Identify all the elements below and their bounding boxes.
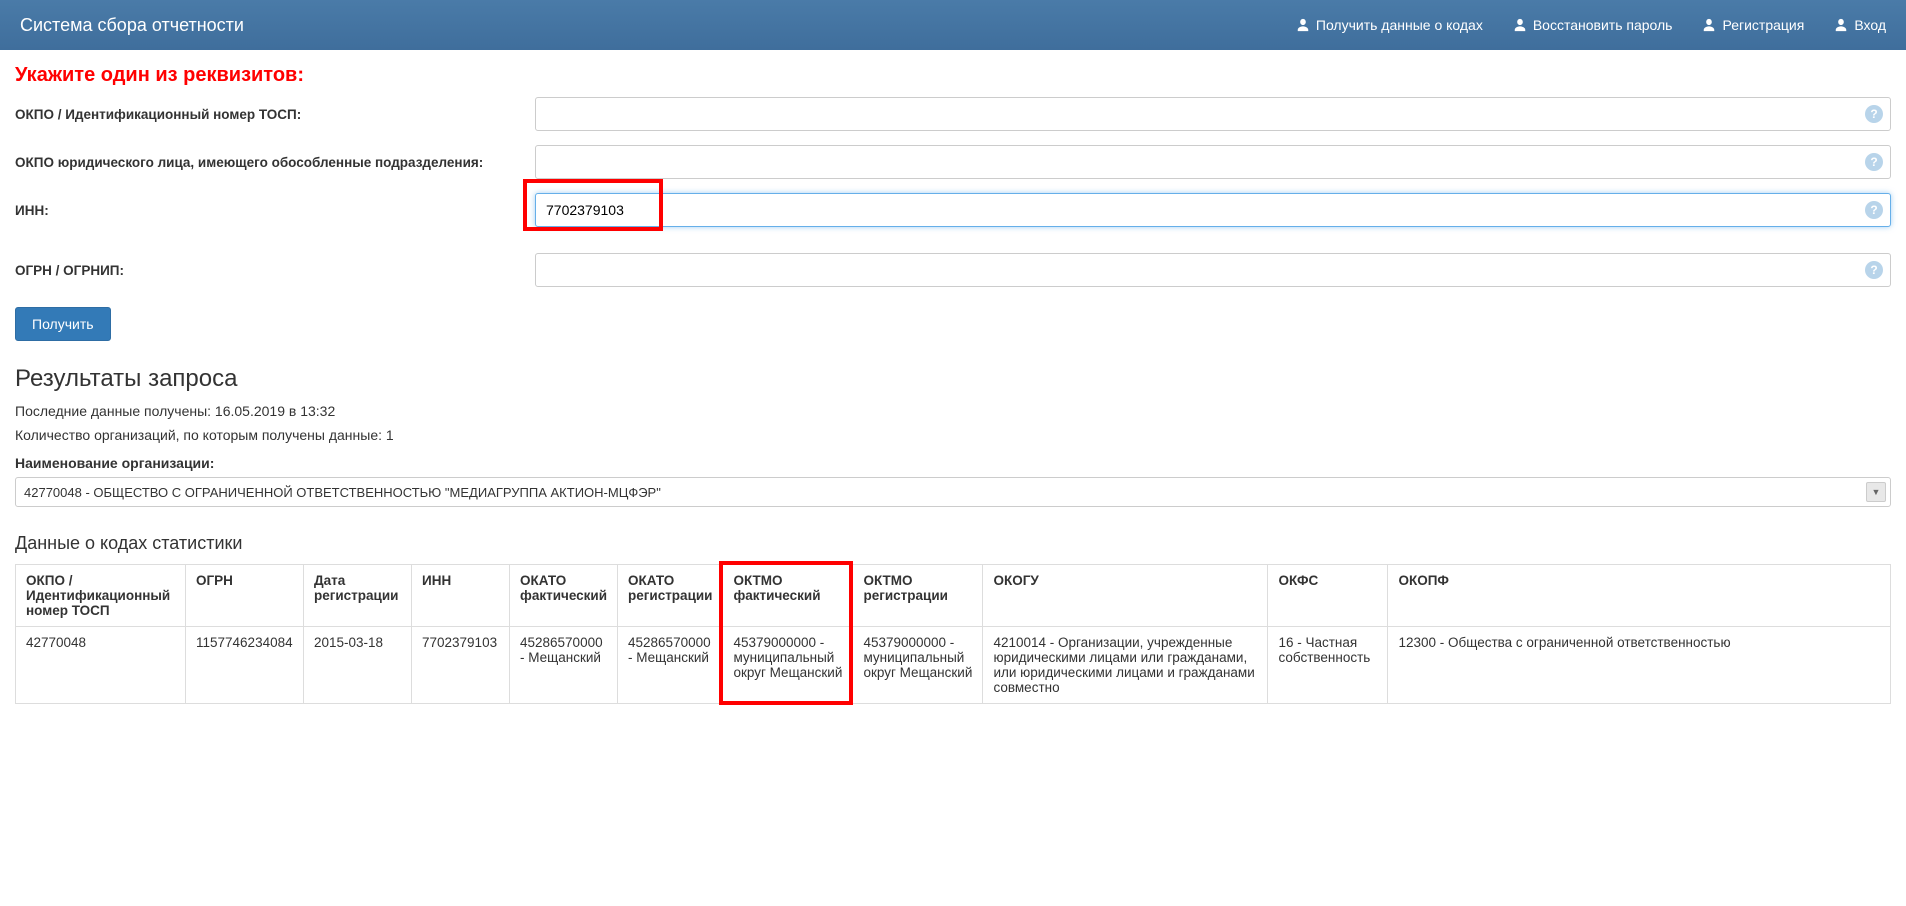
stats-heading: Данные о кодах статистики <box>15 533 1891 554</box>
user-icon <box>1296 18 1310 32</box>
nav-link-label: Восстановить пароль <box>1533 17 1673 33</box>
th-oktmo-reg: ОКТМО регистрации <box>853 565 983 627</box>
main-container: Укажите один из реквизитов: ОКПО / Идент… <box>0 50 1906 714</box>
results-heading: Результаты запроса <box>15 365 1891 393</box>
th-okato-reg: ОКАТО регистрации <box>618 565 723 627</box>
input-wrap-inn: ? <box>535 193 1891 227</box>
form-row-ogrn: ОГРН / ОГРНИП: ? <box>15 253 1891 287</box>
th-okpo: ОКПО / Идентификационный номер ТОСП <box>16 565 186 627</box>
label-inn: ИНН: <box>15 203 535 218</box>
chevron-down-icon: ▼ <box>1866 482 1886 502</box>
nav-link-get-codes[interactable]: Получить данные о кодах <box>1296 17 1483 33</box>
table-header-row: ОКПО / Идентификационный номер ТОСП ОГРН… <box>16 565 1891 627</box>
th-regdate: Дата регистрации <box>304 565 412 627</box>
td-okato-reg: 45286570000 - Мещанский <box>618 627 723 704</box>
label-okpo-jur: ОКПО юридического лица, имеющего обособл… <box>15 155 535 170</box>
form-row-okpo: ОКПО / Идентификационный номер ТОСП: ? <box>15 97 1891 131</box>
app-title: Система сбора отчетности <box>20 15 1296 36</box>
th-okfs: ОКФС <box>1268 565 1388 627</box>
td-oktmo-reg: 45379000000 - муниципальный округ Мещанс… <box>853 627 983 704</box>
org-select[interactable]: 42770048 - ОБЩЕСТВО С ОГРАНИЧЕННОЙ ОТВЕТ… <box>15 477 1891 507</box>
user-icon <box>1513 18 1527 32</box>
input-okpo[interactable] <box>535 97 1891 131</box>
label-ogrn: ОГРН / ОГРНИП: <box>15 263 535 278</box>
td-okpo: 42770048 <box>16 627 186 704</box>
help-icon[interactable]: ? <box>1865 105 1883 123</box>
help-icon[interactable]: ? <box>1865 261 1883 279</box>
nav-link-restore-password[interactable]: Восстановить пароль <box>1513 17 1673 33</box>
user-icon <box>1702 18 1716 32</box>
nav-link-label: Получить данные о кодах <box>1316 17 1483 33</box>
th-inn: ИНН <box>412 565 510 627</box>
form-row-inn: ИНН: ? <box>15 193 1891 227</box>
td-regdate: 2015-03-18 <box>304 627 412 704</box>
input-inn[interactable] <box>535 193 1891 227</box>
submit-button[interactable]: Получить <box>15 307 111 341</box>
stats-table: ОКПО / Идентификационный номер ТОСП ОГРН… <box>15 564 1891 704</box>
input-ogrn[interactable] <box>535 253 1891 287</box>
th-oktmo-fact: ОКТМО фактический <box>723 565 853 627</box>
th-okato-fact: ОКАТО фактический <box>510 565 618 627</box>
table-wrap: ОКПО / Идентификационный номер ТОСП ОГРН… <box>15 564 1891 704</box>
results-count: Количество организаций, по которым получ… <box>15 427 1891 443</box>
user-icon <box>1834 18 1848 32</box>
nav-link-label: Вход <box>1854 17 1886 33</box>
help-icon[interactable]: ? <box>1865 153 1883 171</box>
label-okpo: ОКПО / Идентификационный номер ТОСП: <box>15 107 535 122</box>
navbar: Система сбора отчетности Получить данные… <box>0 0 1906 50</box>
td-inn: 7702379103 <box>412 627 510 704</box>
form-row-okpo-jur: ОКПО юридического лица, имеющего обособл… <box>15 145 1891 179</box>
th-okopf: ОКОПФ <box>1388 565 1891 627</box>
td-oktmo-fact: 45379000000 - муниципальный округ Мещанс… <box>723 627 853 704</box>
input-wrap-ogrn: ? <box>535 253 1891 287</box>
input-wrap-okpo-jur: ? <box>535 145 1891 179</box>
td-okfs: 16 - Частная собственность <box>1268 627 1388 704</box>
table-row: 42770048 1157746234084 2015-03-18 770237… <box>16 627 1891 704</box>
th-ogrn: ОГРН <box>186 565 304 627</box>
th-okogu: ОКОГУ <box>983 565 1268 627</box>
input-wrap-okpo: ? <box>535 97 1891 131</box>
td-okopf: 12300 - Общества с ограниченной ответств… <box>1388 627 1891 704</box>
nav-link-register[interactable]: Регистрация <box>1702 17 1804 33</box>
results-fetched: Последние данные получены: 16.05.2019 в … <box>15 403 1891 419</box>
nav-link-login[interactable]: Вход <box>1834 17 1886 33</box>
nav-link-label: Регистрация <box>1722 17 1804 33</box>
input-okpo-jur[interactable] <box>535 145 1891 179</box>
org-label: Наименование организации: <box>15 455 1891 471</box>
help-icon[interactable]: ? <box>1865 201 1883 219</box>
navbar-links: Получить данные о кодах Восстановить пар… <box>1296 17 1886 33</box>
td-ogrn: 1157746234084 <box>186 627 304 704</box>
org-select-value: 42770048 - ОБЩЕСТВО С ОГРАНИЧЕННОЙ ОТВЕТ… <box>24 485 661 500</box>
form-heading: Укажите один из реквизитов: <box>15 64 1891 87</box>
td-okogu: 4210014 - Организации, учрежденные юриди… <box>983 627 1268 704</box>
td-okato-fact: 45286570000 - Мещанский <box>510 627 618 704</box>
